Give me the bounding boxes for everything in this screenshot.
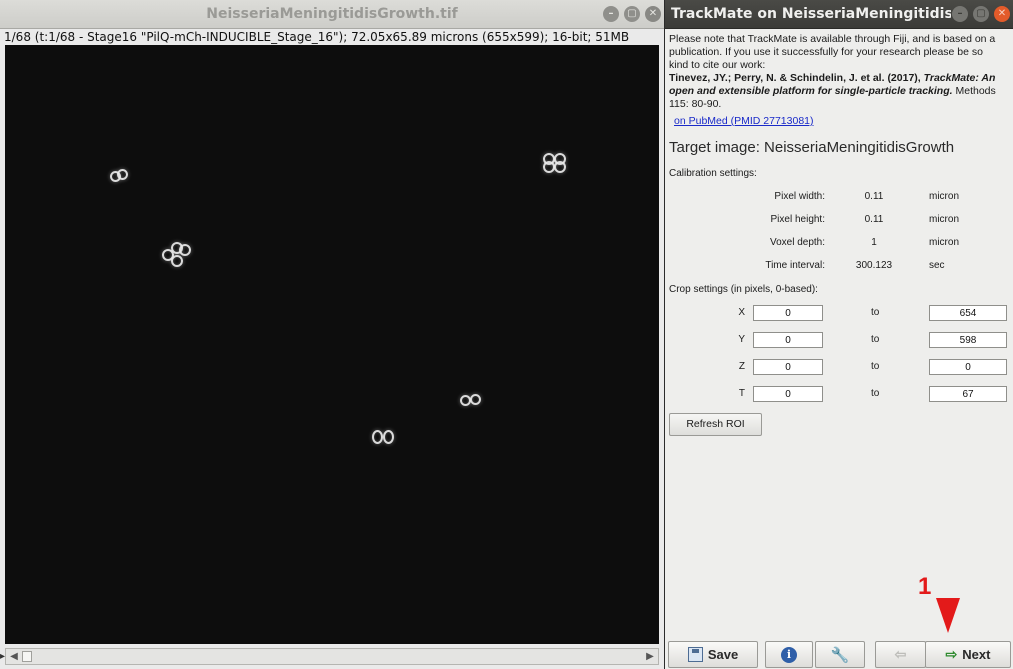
- arrow-left-icon: ⇦: [894, 646, 907, 662]
- crop-z-to-field[interactable]: [929, 359, 1007, 375]
- crop-row-x: X to: [669, 305, 1009, 321]
- close-icon[interactable]: ✕: [645, 6, 661, 22]
- refresh-roi-button[interactable]: Refresh ROI: [669, 413, 762, 436]
- scroll-right-icon[interactable]: ▶: [643, 650, 657, 663]
- save-button[interactable]: Save: [668, 641, 758, 668]
- wrench-icon: 🔧: [830, 646, 850, 664]
- crop-axis-label: X: [738, 307, 745, 318]
- calibration-unit: micron: [929, 237, 960, 248]
- bacterium-cell: [171, 255, 183, 267]
- crop-z-from-field[interactable]: [753, 359, 823, 375]
- horizontal-scrollbar[interactable]: ◀ ▶: [5, 648, 659, 665]
- bacterium-cell: [372, 430, 383, 444]
- calibration-label: Time interval:: [765, 260, 825, 271]
- settings-button[interactable]: 🔧: [815, 641, 865, 668]
- image-window-title: NeisseriaMeningitidisGrowth.tif: [206, 6, 458, 22]
- calibration-label: Pixel height:: [770, 214, 825, 225]
- maximize-icon[interactable]: ▢: [973, 6, 989, 22]
- crop-row-z: Z to: [669, 359, 1009, 375]
- crop-row-y: Y to: [669, 332, 1009, 348]
- scrollbar-thumb[interactable]: [22, 651, 32, 662]
- calibration-unit: micron: [929, 191, 960, 202]
- maximize-icon[interactable]: ▢: [624, 6, 640, 22]
- calibration-value: 300.123: [855, 260, 893, 271]
- crop-axis-label: Y: [738, 334, 745, 345]
- microscopy-image-canvas[interactable]: [5, 45, 659, 644]
- save-icon: [687, 647, 703, 662]
- calibration-header: Calibration settings:: [669, 168, 757, 179]
- crop-header: Crop settings (in pixels, 0-based):: [669, 284, 818, 295]
- annotation-arrow-icon: [936, 598, 960, 633]
- image-window: NeisseriaMeningitidisGrowth.tif – ▢ ✕ 1/…: [0, 0, 664, 669]
- next-button[interactable]: ⇨ Next: [925, 641, 1011, 668]
- scroll-left-icon[interactable]: ◀: [7, 650, 21, 663]
- citation-authors: Tinevez, JY.; Perry, N. & Schindelin, J.…: [669, 72, 921, 84]
- citation: Tinevez, JY.; Perry, N. & Schindelin, J.…: [669, 72, 1005, 111]
- crop-to-label: to: [871, 307, 880, 318]
- bacterium-cell: [554, 161, 566, 173]
- calibration-unit: micron: [929, 214, 960, 225]
- crop-to-label: to: [871, 361, 880, 372]
- calibration-value: 0.11: [864, 214, 884, 225]
- previous-button[interactable]: ⇦: [875, 641, 926, 668]
- citation-note: Please note that TrackMate is available …: [669, 33, 996, 71]
- close-icon[interactable]: ✕: [994, 6, 1010, 22]
- image-info-line: 1/68 (t:1/68 - Stage16 "PilQ-mCh-INDUCIB…: [4, 30, 630, 44]
- calibration-label: Voxel depth:: [769, 237, 825, 248]
- minimize-icon[interactable]: –: [603, 6, 619, 22]
- step-number-annotation: 1: [918, 573, 932, 600]
- crop-axis-label: T: [738, 388, 745, 399]
- target-image-label: Target image: NeisseriaMeningitidisGrowt…: [669, 139, 955, 156]
- calibration-value: 0.11: [864, 191, 884, 202]
- crop-row-t: T to: [669, 386, 1009, 402]
- image-window-titlebar[interactable]: NeisseriaMeningitidisGrowth.tif – ▢ ✕: [0, 0, 664, 29]
- info-icon: i: [781, 646, 797, 663]
- crop-y-from-field[interactable]: [753, 332, 823, 348]
- trackmate-window: TrackMate on NeisseriaMeningitidisG... –…: [665, 0, 1013, 669]
- info-button[interactable]: i: [765, 641, 813, 668]
- pubmed-link[interactable]: on PubMed (PMID 27713081): [674, 115, 1009, 127]
- crop-t-to-field[interactable]: [929, 386, 1007, 402]
- crop-y-to-field[interactable]: [929, 332, 1007, 348]
- crop-x-from-field[interactable]: [753, 305, 823, 321]
- minimize-icon[interactable]: –: [952, 6, 968, 22]
- crop-to-label: to: [871, 334, 880, 345]
- save-button-label: Save: [707, 647, 739, 662]
- calibration-value: 1: [871, 237, 877, 248]
- trackmate-titlebar[interactable]: TrackMate on NeisseriaMeningitidisG... –…: [665, 0, 1013, 29]
- trackmate-panel: Please note that TrackMate is available …: [669, 33, 1009, 436]
- crop-t-from-field[interactable]: [753, 386, 823, 402]
- next-button-label: Next: [962, 647, 991, 662]
- crop-axis-label: Z: [738, 361, 745, 372]
- trackmate-title: TrackMate on NeisseriaMeningitidisG...: [671, 6, 951, 22]
- crop-to-label: to: [871, 388, 880, 399]
- calibration-unit: sec: [929, 260, 945, 271]
- bacterium-cell: [179, 244, 191, 256]
- crop-x-to-field[interactable]: [929, 305, 1007, 321]
- bacterium-cell: [470, 394, 481, 405]
- arrow-right-icon: ⇨: [945, 646, 958, 662]
- bacterium-cell: [117, 169, 128, 180]
- calibration-label: Pixel width:: [774, 191, 825, 202]
- bacterium-cell: [383, 430, 394, 444]
